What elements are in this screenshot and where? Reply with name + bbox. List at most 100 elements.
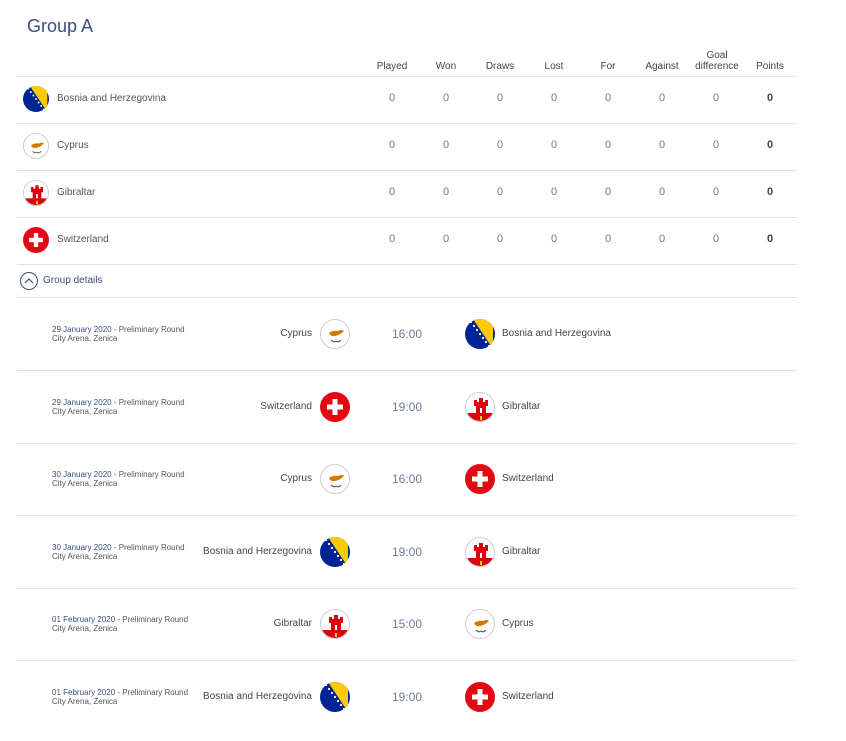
home-team-name[interactable]: Bosnia and Herzegovina bbox=[203, 546, 312, 557]
home-team-name[interactable]: Switzerland bbox=[260, 401, 312, 412]
stat-played: 0 bbox=[388, 139, 396, 151]
match-date-venue: 30 January 2020 - Preliminary Round City … bbox=[52, 543, 185, 561]
match-round: - Preliminary Round bbox=[115, 687, 189, 697]
match-round: - Preliminary Round bbox=[111, 397, 185, 407]
chevron-up-icon[interactable] bbox=[20, 272, 38, 290]
away-team-name[interactable]: Gibraltar bbox=[502, 546, 540, 557]
team-name[interactable]: Cyprus bbox=[57, 140, 89, 151]
team-name[interactable]: Switzerland bbox=[57, 234, 109, 245]
match-venue: City Arena, Zenica bbox=[52, 551, 118, 561]
match-round: - Preliminary Round bbox=[111, 325, 185, 334]
bosnia-and-herzegovina-flag-icon bbox=[320, 536, 350, 567]
home-team-name[interactable]: Bosnia and Herzegovina bbox=[203, 691, 312, 702]
match-row[interactable]: 01 February 2020 - Preliminary Round City… bbox=[17, 661, 797, 733]
switzerland-flag-icon bbox=[465, 464, 495, 494]
match-time: 19:00 bbox=[391, 399, 423, 414]
stat-points: 0 bbox=[766, 233, 774, 245]
bih-flag-icon bbox=[23, 86, 49, 112]
stat-lost: 0 bbox=[550, 92, 558, 104]
match-venue: City Arena, Zenica bbox=[52, 696, 118, 706]
switzerland-flag-icon bbox=[465, 681, 495, 712]
stat-gd: 0 bbox=[712, 186, 720, 198]
stat-against: 0 bbox=[658, 186, 666, 198]
match-date[interactable]: 01 February 2020 bbox=[52, 688, 115, 697]
match-date-venue: 01 February 2020 - Preliminary Round City… bbox=[52, 688, 188, 706]
stat-for: 0 bbox=[604, 92, 612, 104]
home-team-name[interactable]: Cyprus bbox=[280, 473, 312, 484]
group-details-label[interactable]: Group details bbox=[43, 275, 102, 286]
stat-for: 0 bbox=[604, 139, 612, 151]
stat-points: 0 bbox=[766, 92, 774, 104]
gibraltar-flag-icon bbox=[465, 536, 495, 567]
group-title: Group A bbox=[27, 16, 94, 36]
team-name[interactable]: Bosnia and Herzegovina bbox=[57, 93, 166, 104]
col-lost: Lost bbox=[544, 61, 564, 72]
match-date-venue: 29 January 2020 - Preliminary Round City … bbox=[52, 325, 185, 343]
stat-draws: 0 bbox=[496, 92, 504, 104]
stat-lost: 0 bbox=[550, 139, 558, 151]
col-for: For bbox=[600, 61, 616, 72]
col-won: Won bbox=[435, 61, 457, 72]
standings-row[interactable]: Gibraltar 0 0 0 0 0 0 0 0 bbox=[17, 170, 797, 217]
match-date[interactable]: 01 February 2020 bbox=[52, 615, 115, 624]
away-team-name[interactable]: Switzerland bbox=[502, 473, 554, 484]
match-round: - Preliminary Round bbox=[111, 470, 185, 479]
match-round: - Preliminary Round bbox=[115, 615, 189, 624]
match-date[interactable]: 30 January 2020 bbox=[52, 543, 112, 552]
match-date[interactable]: 29 January 2020 bbox=[52, 325, 112, 334]
stat-draws: 0 bbox=[496, 233, 504, 245]
switzerland-flag-icon bbox=[23, 227, 49, 253]
stat-against: 0 bbox=[658, 139, 666, 151]
match-time: 19:00 bbox=[391, 544, 423, 559]
stat-won: 0 bbox=[442, 186, 450, 198]
match-venue: City Arena, Zenica bbox=[52, 334, 118, 343]
standings-row[interactable]: Bosnia and Herzegovina 0 0 0 0 0 0 0 0 bbox=[17, 76, 797, 123]
standings-header: Played Won Draws Lost For Against Goal d… bbox=[0, 50, 846, 76]
stat-lost: 0 bbox=[550, 233, 558, 245]
match-time: 16:00 bbox=[391, 327, 423, 341]
away-team-name[interactable]: Cyprus bbox=[502, 618, 534, 629]
stat-for: 0 bbox=[604, 186, 612, 198]
cyprus-flag-icon bbox=[23, 133, 49, 159]
stat-for: 0 bbox=[604, 233, 612, 245]
gibraltar-flag-icon bbox=[320, 609, 350, 639]
bosnia-and-herzegovina-flag-icon bbox=[465, 319, 495, 349]
stat-points: 0 bbox=[766, 186, 774, 198]
home-team-name[interactable]: Cyprus bbox=[280, 328, 312, 339]
match-date-venue: 30 January 2020 - Preliminary Round City … bbox=[52, 470, 185, 488]
col-against: Against bbox=[645, 61, 679, 72]
match-row[interactable]: 29 January 2020 - Preliminary Round City … bbox=[17, 298, 797, 371]
match-time: 16:00 bbox=[391, 472, 423, 486]
team-name[interactable]: Gibraltar bbox=[57, 187, 95, 198]
stat-lost: 0 bbox=[550, 186, 558, 198]
col-played: Played bbox=[376, 61, 408, 72]
cyprus-flag-icon bbox=[320, 319, 350, 349]
col-draws: Draws bbox=[485, 61, 515, 72]
stat-gd: 0 bbox=[712, 92, 720, 104]
standings-row[interactable]: Cyprus 0 0 0 0 0 0 0 0 bbox=[17, 123, 797, 170]
standings-row[interactable]: Switzerland 0 0 0 0 0 0 0 0 bbox=[17, 217, 797, 264]
match-date[interactable]: 30 January 2020 bbox=[52, 470, 112, 479]
away-team-name[interactable]: Gibraltar bbox=[502, 401, 540, 412]
match-row[interactable]: 29 January 2020 - Preliminary Round City … bbox=[17, 371, 797, 444]
stat-draws: 0 bbox=[496, 139, 504, 151]
home-team-name[interactable]: Gibraltar bbox=[274, 618, 312, 629]
col-goal-difference: Goal difference bbox=[695, 50, 739, 72]
stat-played: 0 bbox=[388, 233, 396, 245]
match-venue: City Arena, Zenica bbox=[52, 479, 118, 488]
divider bbox=[17, 264, 797, 265]
away-team-name[interactable]: Switzerland bbox=[502, 691, 554, 702]
stat-draws: 0 bbox=[496, 186, 504, 198]
stat-points: 0 bbox=[766, 139, 774, 151]
stat-won: 0 bbox=[442, 233, 450, 245]
match-row[interactable]: 30 January 2020 - Preliminary Round City … bbox=[17, 443, 797, 516]
col-points: Points bbox=[756, 61, 784, 72]
away-team-name[interactable]: Bosnia and Herzegovina bbox=[502, 328, 611, 339]
stat-played: 0 bbox=[388, 186, 396, 198]
stat-against: 0 bbox=[658, 233, 666, 245]
match-time: 15:00 bbox=[391, 617, 423, 631]
match-row[interactable]: 01 February 2020 - Preliminary Round City… bbox=[17, 588, 797, 661]
stat-against: 0 bbox=[658, 92, 666, 104]
match-date[interactable]: 29 January 2020 bbox=[52, 398, 112, 407]
match-row[interactable]: 30 January 2020 - Preliminary Round City … bbox=[17, 516, 797, 589]
